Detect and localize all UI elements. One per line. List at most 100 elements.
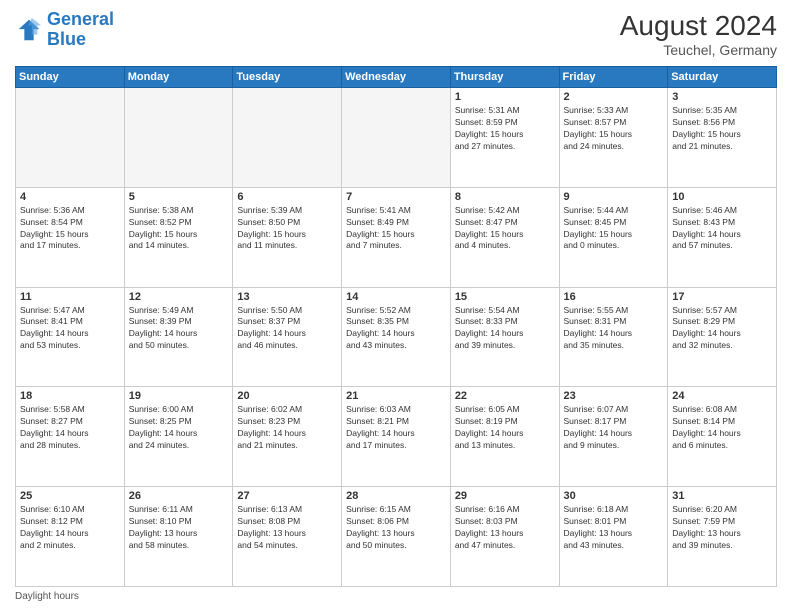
calendar-cell: 20 Sunrise: 6:02 AMSunset: 8:23 PMDayligh…: [233, 387, 342, 487]
calendar-cell: 15Sunrise: 5:54 AMSunset: 8:33 PMDayligh…: [450, 287, 559, 387]
month-year: August 2024: [620, 10, 777, 42]
day-number: 30: [564, 490, 664, 502]
calendar-week-row: 18Sunrise: 5:58 AMSunset: 8:27 PMDayligh…: [16, 387, 777, 487]
calendar-cell: 13 Sunrise: 5:50 AMSunset: 8:37 PMDayligh…: [233, 287, 342, 387]
calendar-cell: 10 Sunrise: 5:46 AMSunset: 8:43 PMDayligh…: [668, 187, 777, 287]
day-number: 26: [129, 490, 229, 502]
calendar-cell: 18Sunrise: 5:58 AMSunset: 8:27 PMDayligh…: [16, 387, 125, 487]
day-info: Sunrise: 6:03 AMSunset: 8:21 PMDaylight:…: [346, 404, 446, 452]
calendar-week-row: 25Sunrise: 6:10 AMSunset: 8:12 PMDayligh…: [16, 487, 777, 587]
day-number: 4: [20, 191, 120, 203]
day-info: Sunrise: 5:42 AMSunset: 8:47 PMDaylight:…: [455, 205, 555, 253]
day-info: Sunrise: 6:18 AMSunset: 8:01 PMDaylight:…: [564, 504, 664, 552]
day-info: Sunrise: 5:55 AMSunset: 8:31 PMDaylight:…: [564, 305, 664, 353]
calendar-cell: [342, 88, 451, 188]
calendar-cell: 28 Sunrise: 6:15 AMSunset: 8:06 PMDayligh…: [342, 487, 451, 587]
day-number: 29: [455, 490, 555, 502]
day-info: Sunrise: 5:31 AMSunset: 8:59 PMDaylight:…: [455, 105, 555, 153]
day-number: 15: [455, 291, 555, 303]
day-info: Sunrise: 6:02 AMSunset: 8:23 PMDaylight:…: [237, 404, 337, 452]
day-number: 12: [129, 291, 229, 303]
calendar-cell: 17 Sunrise: 5:57 AMSunset: 8:29 PMDayligh…: [668, 287, 777, 387]
calendar-cell: 26 Sunrise: 6:11 AMSunset: 8:10 PMDayligh…: [124, 487, 233, 587]
header: General Blue August 2024 Teuchel, German…: [15, 10, 777, 58]
day-info: Sunrise: 6:20 AMSunset: 7:59 PMDaylight:…: [672, 504, 772, 552]
day-info: Sunrise: 6:00 AMSunset: 8:25 PMDaylight:…: [129, 404, 229, 452]
calendar-cell: 6 Sunrise: 5:39 AMSunset: 8:50 PMDaylight…: [233, 187, 342, 287]
day-info: Sunrise: 6:15 AMSunset: 8:06 PMDaylight:…: [346, 504, 446, 552]
day-info: Sunrise: 5:33 AMSunset: 8:57 PMDaylight:…: [564, 105, 664, 153]
day-info: Sunrise: 6:11 AMSunset: 8:10 PMDaylight:…: [129, 504, 229, 552]
calendar-cell: 14 Sunrise: 5:52 AMSunset: 8:35 PMDayligh…: [342, 287, 451, 387]
logo-line2: Blue: [47, 29, 86, 49]
day-number: 16: [564, 291, 664, 303]
day-info: Sunrise: 6:16 AMSunset: 8:03 PMDaylight:…: [455, 504, 555, 552]
calendar-cell: 12 Sunrise: 5:49 AMSunset: 8:39 PMDayligh…: [124, 287, 233, 387]
calendar-cell: 21 Sunrise: 6:03 AMSunset: 8:21 PMDayligh…: [342, 387, 451, 487]
day-info: Sunrise: 6:05 AMSunset: 8:19 PMDaylight:…: [455, 404, 555, 452]
calendar-cell: 9Sunrise: 5:44 AMSunset: 8:45 PMDaylight…: [559, 187, 668, 287]
calendar-weekday-saturday: Saturday: [668, 67, 777, 88]
calendar-cell: 24Sunrise: 6:08 AMSunset: 8:14 PMDayligh…: [668, 387, 777, 487]
day-info: Sunrise: 5:36 AMSunset: 8:54 PMDaylight:…: [20, 205, 120, 253]
page: General Blue August 2024 Teuchel, German…: [0, 0, 792, 612]
calendar-cell: 11Sunrise: 5:47 AMSunset: 8:41 PMDayligh…: [16, 287, 125, 387]
calendar-table: SundayMondayTuesdayWednesdayThursdayFrid…: [15, 66, 777, 587]
day-number: 14: [346, 291, 446, 303]
day-info: Sunrise: 5:39 AMSunset: 8:50 PMDaylight:…: [237, 205, 337, 253]
day-info: Sunrise: 5:58 AMSunset: 8:27 PMDaylight:…: [20, 404, 120, 452]
day-info: Sunrise: 6:08 AMSunset: 8:14 PMDaylight:…: [672, 404, 772, 452]
day-info: Sunrise: 5:49 AMSunset: 8:39 PMDaylight:…: [129, 305, 229, 353]
logo: General Blue: [15, 10, 114, 50]
day-number: 13: [237, 291, 337, 303]
day-number: 6: [237, 191, 337, 203]
day-number: 3: [672, 91, 772, 103]
day-number: 25: [20, 490, 120, 502]
calendar-weekday-monday: Monday: [124, 67, 233, 88]
calendar-cell: 19Sunrise: 6:00 AMSunset: 8:25 PMDayligh…: [124, 387, 233, 487]
day-info: Sunrise: 5:52 AMSunset: 8:35 PMDaylight:…: [346, 305, 446, 353]
calendar-weekday-wednesday: Wednesday: [342, 67, 451, 88]
day-number: 11: [20, 291, 120, 303]
day-number: 1: [455, 91, 555, 103]
day-number: 27: [237, 490, 337, 502]
day-number: 22: [455, 390, 555, 402]
title-block: August 2024 Teuchel, Germany: [620, 10, 777, 58]
calendar-cell: 1 Sunrise: 5:31 AMSunset: 8:59 PMDaylight…: [450, 88, 559, 188]
calendar-cell: [233, 88, 342, 188]
calendar-cell: 5 Sunrise: 5:38 AMSunset: 8:52 PMDaylight…: [124, 187, 233, 287]
calendar-weekday-tuesday: Tuesday: [233, 67, 342, 88]
day-number: 5: [129, 191, 229, 203]
day-number: 21: [346, 390, 446, 402]
calendar-cell: 16 Sunrise: 5:55 AMSunset: 8:31 PMDayligh…: [559, 287, 668, 387]
calendar-cell: 29 Sunrise: 6:16 AMSunset: 8:03 PMDayligh…: [450, 487, 559, 587]
day-info: Sunrise: 6:07 AMSunset: 8:17 PMDaylight:…: [564, 404, 664, 452]
calendar-week-row: 1 Sunrise: 5:31 AMSunset: 8:59 PMDaylight…: [16, 88, 777, 188]
day-info: Sunrise: 5:46 AMSunset: 8:43 PMDaylight:…: [672, 205, 772, 253]
calendar-cell: 25Sunrise: 6:10 AMSunset: 8:12 PMDayligh…: [16, 487, 125, 587]
day-number: 8: [455, 191, 555, 203]
location: Teuchel, Germany: [620, 42, 777, 58]
calendar-cell: 30 Sunrise: 6:18 AMSunset: 8:01 PMDayligh…: [559, 487, 668, 587]
day-number: 10: [672, 191, 772, 203]
day-info: Sunrise: 5:50 AMSunset: 8:37 PMDaylight:…: [237, 305, 337, 353]
calendar-cell: [16, 88, 125, 188]
day-number: 20: [237, 390, 337, 402]
day-number: 17: [672, 291, 772, 303]
calendar-cell: [124, 88, 233, 188]
day-info: Sunrise: 5:57 AMSunset: 8:29 PMDaylight:…: [672, 305, 772, 353]
day-number: 7: [346, 191, 446, 203]
calendar-cell: 23 Sunrise: 6:07 AMSunset: 8:17 PMDayligh…: [559, 387, 668, 487]
calendar-cell: 4 Sunrise: 5:36 AMSunset: 8:54 PMDaylight…: [16, 187, 125, 287]
calendar-header-row: SundayMondayTuesdayWednesdayThursdayFrid…: [16, 67, 777, 88]
calendar-week-row: 4 Sunrise: 5:36 AMSunset: 8:54 PMDaylight…: [16, 187, 777, 287]
day-info: Sunrise: 5:35 AMSunset: 8:56 PMDaylight:…: [672, 105, 772, 153]
day-number: 28: [346, 490, 446, 502]
calendar-weekday-thursday: Thursday: [450, 67, 559, 88]
day-number: 23: [564, 390, 664, 402]
calendar-cell: 22 Sunrise: 6:05 AMSunset: 8:19 PMDayligh…: [450, 387, 559, 487]
footer-note: Daylight hours: [15, 591, 777, 602]
day-info: Sunrise: 5:38 AMSunset: 8:52 PMDaylight:…: [129, 205, 229, 253]
day-number: 31: [672, 490, 772, 502]
calendar-cell: 2Sunrise: 5:33 AMSunset: 8:57 PMDaylight…: [559, 88, 668, 188]
